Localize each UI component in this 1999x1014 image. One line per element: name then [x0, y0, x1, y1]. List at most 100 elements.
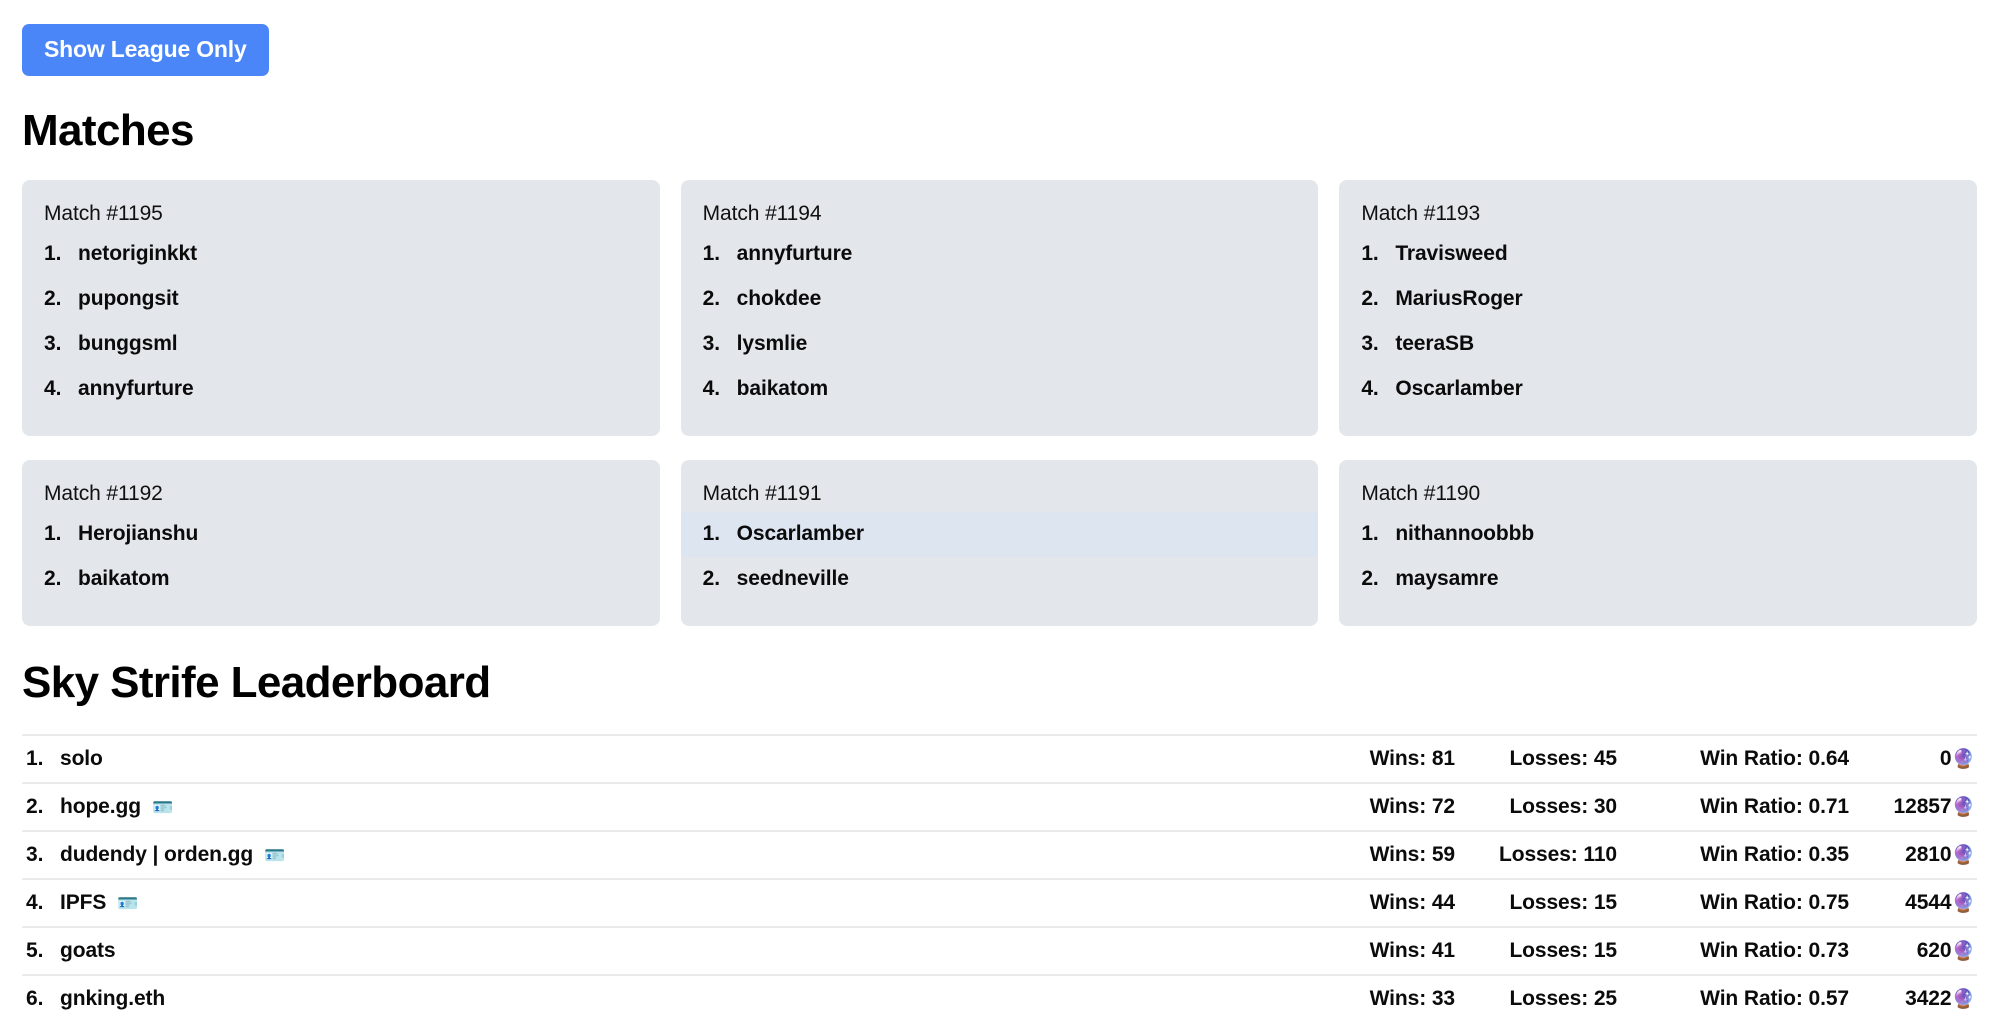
matches-grid: Match #1195 1. netoriginkkt 2. pupongsit 3. bu…: [22, 180, 1977, 627]
match-player-name: MariusRoger: [1395, 287, 1523, 311]
match-player-list: 1. annyfurture 2. chokdee 3. lysmlie 4. baikato…: [681, 232, 1319, 412]
leaderboard-player: 6. gnking.eth: [26, 987, 1303, 1011]
match-player-name: annyfurture: [736, 242, 853, 266]
match-player-rank: 4.: [1361, 377, 1379, 401]
leaderboard-win-ratio: Win Ratio: 0.57: [1700, 987, 1849, 1011]
match-player-list: 1. nithannoobbb 2. maysamre: [1339, 512, 1977, 602]
match-player-row[interactable]: 4. Oscarlamber: [1339, 367, 1977, 412]
leaderboard-row[interactable]: 6. gnking.eth Wins: 33 Losses: 25 Win Ratio:…: [22, 976, 1977, 1014]
match-card[interactable]: Match #1190 1. nithannoobbb 2. maysamre: [1339, 460, 1977, 627]
match-player-list: 1. netoriginkkt 2. pupongsit 3. bunggsml 4. ann…: [22, 232, 660, 412]
leaderboard-wins: Wins: 33: [1369, 987, 1455, 1011]
match-player-rank: 2.: [1361, 287, 1379, 311]
leaderboard-points-value: 0: [1939, 747, 1952, 771]
match-player-row[interactable]: 2. maysamre: [1339, 557, 1977, 602]
match-player-row[interactable]: 3. teeraSB: [1339, 322, 1977, 367]
leaderboard-player: 1. solo: [26, 747, 1303, 771]
crystal-ball-icon: 🔮: [1951, 748, 1975, 770]
match-card[interactable]: Match #1192 1. Herojianshu 2. baikatom: [22, 460, 660, 627]
leaderboard-row[interactable]: 1. solo Wins: 81 Losses: 45 Win Ratio: 0.64 0…: [22, 736, 1977, 785]
leaderboard-player-name: IPFS: [60, 891, 107, 915]
match-player-row[interactable]: 3. lysmlie: [681, 322, 1319, 367]
match-player-row[interactable]: 4. baikatom: [681, 367, 1319, 412]
match-player-name: Oscarlamber: [1395, 377, 1523, 401]
match-player-rank: 3.: [44, 332, 62, 356]
match-player-name: Oscarlamber: [736, 522, 864, 546]
match-player-row[interactable]: 2. baikatom: [22, 557, 660, 602]
match-player-name: nithannoobbb: [1395, 522, 1535, 546]
match-player-row[interactable]: 2. seedneville: [681, 557, 1319, 602]
leaderboard-wins: Wins: 72: [1369, 795, 1455, 819]
match-card-title: Match #1195: [44, 202, 163, 226]
match-player-row[interactable]: 1. Oscarlamber: [680, 512, 1319, 558]
leaderboard-row[interactable]: 4. IPFS 🪪 Wins: 44 Losses: 15 Win Ratio: 0.75…: [22, 880, 1977, 929]
match-player-rank: 2.: [1361, 567, 1379, 591]
match-player-row[interactable]: 2. chokdee: [681, 277, 1319, 322]
matches-heading: Matches: [22, 106, 194, 155]
match-card-title: Match #1193: [1361, 202, 1481, 226]
leaderboard-points: 620 🔮: [1849, 939, 1975, 963]
id-card-icon: 🪪: [264, 845, 286, 865]
id-card-icon: 🪪: [117, 893, 139, 913]
match-player-row[interactable]: 1. Travisweed: [1339, 232, 1977, 277]
leaderboard-points-value: 620: [1916, 939, 1952, 963]
match-player-rank: 4.: [702, 377, 720, 401]
match-player-row[interactable]: 1. Herojianshu: [22, 512, 660, 557]
match-player-row[interactable]: 1. netoriginkkt: [22, 232, 660, 277]
crystal-ball-icon: 🔮: [1951, 844, 1975, 866]
leaderboard-player-name: dudendy | orden.gg: [60, 843, 254, 867]
match-player-row[interactable]: 3. bunggsml: [22, 322, 660, 367]
match-player-row[interactable]: 1. annyfurture: [681, 232, 1319, 277]
leaderboard-points-value: 12857: [1893, 795, 1952, 819]
leaderboard-row[interactable]: 3. dudendy | orden.gg 🪪 Wins: 59 Losses: 110…: [22, 832, 1977, 881]
match-player-rank: 1.: [1361, 522, 1379, 546]
match-player-list: 1. Herojianshu 2. baikatom: [22, 512, 660, 602]
leaderboard-rank: 3.: [26, 843, 44, 867]
leaderboard-rank: 6.: [26, 987, 44, 1011]
match-player-rank: 1.: [44, 242, 62, 266]
leaderboard-list: 1. solo Wins: 81 Losses: 45 Win Ratio: 0.64 0…: [22, 734, 1977, 1014]
match-player-row[interactable]: 2. MariusRoger: [1339, 277, 1977, 322]
match-player-row[interactable]: 2. pupongsit: [22, 277, 660, 322]
id-card-icon: 🪪: [151, 797, 174, 817]
leaderboard-player: 3. dudendy | orden.gg 🪪: [26, 843, 1303, 867]
match-player-name: chokdee: [736, 287, 822, 311]
leaderboard-player: 2. hope.gg 🪪: [26, 795, 1303, 819]
match-card[interactable]: Match #1194 1. annyfurture 2. chokdee 3. lysml…: [680, 180, 1319, 437]
match-player-rank: 1.: [44, 522, 62, 546]
leaderboard-rank: 4.: [26, 891, 44, 915]
leaderboard-losses: Losses: 15: [1509, 891, 1617, 915]
crystal-ball-icon: 🔮: [1951, 988, 1975, 1010]
leaderboard-points: 2810 🔮: [1849, 843, 1975, 867]
match-card-title: Match #1192: [44, 482, 163, 506]
match-player-rank: 2.: [702, 287, 720, 311]
show-league-only-button[interactable]: Show League Only: [22, 24, 269, 76]
match-player-rank: 1.: [702, 242, 720, 266]
leaderboard-losses: Losses: 30: [1509, 795, 1617, 819]
toolbar: Show League Only: [22, 0, 1977, 86]
match-player-name: Herojianshu: [78, 522, 199, 546]
match-player-row[interactable]: 4. annyfurture: [22, 367, 660, 412]
leaderboard-losses: Losses: 15: [1509, 939, 1617, 963]
match-card[interactable]: Match #1191 1. Oscarlamber 2. seedneville: [680, 460, 1319, 627]
leaderboard-row[interactable]: 2. hope.gg 🪪 Wins: 72 Losses: 30 Win Ratio: 0…: [22, 784, 1977, 833]
leaderboard-row[interactable]: 5. goats Wins: 41 Losses: 15 Win Ratio: 0.73…: [22, 928, 1977, 977]
match-player-name: netoriginkkt: [78, 242, 197, 266]
leaderboard-points: 4544 🔮: [1849, 891, 1975, 915]
leaderboard-win-ratio: Win Ratio: 0.64: [1700, 747, 1849, 771]
match-player-list: 1. Oscarlamber 2. seedneville: [680, 512, 1319, 602]
leaderboard-heading: Sky Strife Leaderboard: [22, 658, 491, 708]
match-card[interactable]: Match #1193 1. Travisweed 2. MariusRoger 3. te…: [1339, 180, 1977, 437]
match-card[interactable]: Match #1195 1. netoriginkkt 2. pupongsit 3. bu…: [22, 180, 660, 437]
leaderboard-points-value: 2810: [1905, 843, 1952, 867]
leaderboard-losses: Losses: 25: [1509, 987, 1617, 1011]
leaderboard-win-ratio: Win Ratio: 0.73: [1700, 939, 1849, 963]
match-player-rank: 2.: [702, 567, 720, 591]
leaderboard-rank: 2.: [26, 795, 44, 819]
match-player-name: Travisweed: [1395, 242, 1508, 266]
match-player-name: lysmlie: [736, 332, 808, 356]
match-player-name: annyfurture: [78, 377, 194, 401]
match-card-title: Match #1191: [702, 482, 822, 506]
match-card-title: Match #1194: [702, 202, 822, 226]
match-player-row[interactable]: 1. nithannoobbb: [1339, 512, 1977, 557]
